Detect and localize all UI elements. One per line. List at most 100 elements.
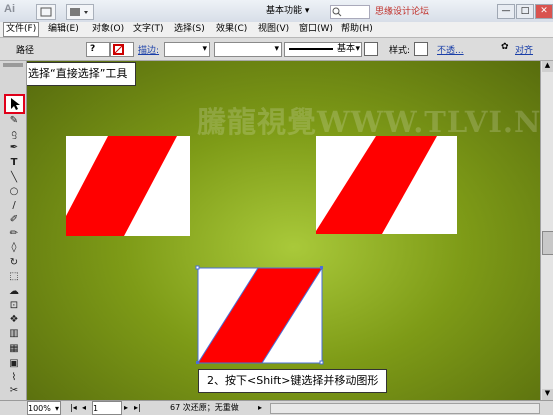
workspace-switcher[interactable]: 基本功能 ▾ <box>266 4 309 18</box>
question-mark-icon: ? <box>90 44 96 54</box>
arrange-documents-icon <box>70 8 88 16</box>
style-swatch[interactable] <box>364 42 378 56</box>
scroll-down-icon[interactable]: ▼ <box>542 389 553 400</box>
anchor-point[interactable] <box>320 266 323 269</box>
page-field[interactable]: 1 <box>92 401 122 415</box>
menu-file[interactable]: 文件(F) <box>3 22 40 37</box>
site-watermark: 思缘设计论坛 <box>375 7 430 17</box>
direct-selection-tool-icon <box>11 98 20 110</box>
stroke-link[interactable]: 描边: <box>138 43 159 56</box>
line-tool-icon[interactable]: ╲ <box>6 171 22 185</box>
menu-object[interactable]: 对象(O) <box>90 23 126 36</box>
chevron-down-icon: ▾ <box>304 6 310 16</box>
menu-effect[interactable]: 效果(C) <box>214 23 249 36</box>
menu-edit[interactable]: 编辑(E) <box>46 23 81 36</box>
chevron-down-icon: ▾ <box>274 44 279 54</box>
document-canvas[interactable]: 騰龍視覺WWW.TLVI.NET 1、选择“直接选择”工具 2、按下<Shift… <box>27 61 540 400</box>
stroke-swatch[interactable] <box>110 42 134 57</box>
align-link[interactable]: 对齐 <box>515 43 533 56</box>
scroll-thumb[interactable] <box>542 231 553 255</box>
chevron-down-icon: ▾ <box>355 44 360 54</box>
first-page-icon[interactable]: |◂ <box>70 401 77 414</box>
app-logo: Ai <box>4 3 15 15</box>
panel-grip[interactable] <box>3 63 23 67</box>
anchor-point[interactable] <box>196 361 199 364</box>
blend-tool-icon[interactable]: ✂ <box>6 384 22 398</box>
bridge-icon <box>40 7 52 17</box>
menu-window[interactable]: 窗口(W) <box>297 23 335 36</box>
scale-tool-icon[interactable]: ⬚ <box>6 270 22 284</box>
rectangle-tool-icon[interactable]: ○ <box>6 185 22 199</box>
arrange-documents-button[interactable] <box>66 4 94 20</box>
rotate-tool-icon[interactable]: ↻ <box>6 256 22 270</box>
direct-selection-tool[interactable] <box>4 94 25 114</box>
menu-type[interactable]: 文字(T) <box>131 23 166 36</box>
graphic-style-swatch[interactable] <box>414 42 428 56</box>
tools-panel: ✎ ᦋ ✒ T ╲ ○ / ✐ ✏ ◊ ↻ ⬚ ☁ ⊡ ❖ ▥ ▦ ▣ ⌇ ✂ <box>0 61 27 401</box>
zoom-field[interactable]: 100% ▾ <box>27 401 61 415</box>
maximize-button[interactable]: □ <box>516 4 534 19</box>
window-controls: — □ ✕ <box>496 4 553 19</box>
lasso-tool-icon[interactable]: ᦋ <box>6 127 22 141</box>
step-1-text: 1、选择“直接选择”工具 <box>27 67 128 80</box>
pen-tool-icon[interactable]: ✒ <box>6 141 22 155</box>
anchor-point[interactable] <box>319 360 324 365</box>
close-button[interactable]: ✕ <box>535 4 553 19</box>
step-1-callout: 1、选择“直接选择”工具 <box>27 62 137 86</box>
striped-rect-left[interactable] <box>66 136 190 236</box>
horizontal-scrollbar[interactable] <box>270 403 540 414</box>
menu-view[interactable]: 视图(V) <box>256 23 291 36</box>
graph-tool-icon[interactable]: ▥ <box>6 327 22 341</box>
title-bar: Ai 基本功能 ▾ 思缘设计论坛 — □ ✕ <box>0 0 553 23</box>
eyedropper-tool-icon[interactable]: ⌇ <box>6 371 22 385</box>
menu-select[interactable]: 选择(S) <box>172 23 207 36</box>
prev-page-icon[interactable]: ◂ <box>82 401 86 414</box>
brush-definition[interactable]: 基本 ▾ <box>284 42 362 57</box>
stroke-none-icon <box>113 44 124 55</box>
type-tool-icon[interactable]: T <box>6 156 22 170</box>
style-label: 样式: <box>389 46 411 56</box>
mesh-tool-icon[interactable]: ▦ <box>6 342 22 356</box>
stroke-weight-field[interactable]: ▾ <box>164 42 210 57</box>
search-field[interactable] <box>330 5 370 19</box>
chevron-down-icon: ▾ <box>202 44 207 54</box>
step-2-text: 2、按下<Shift>键选择并移动图形 <box>207 374 379 387</box>
workspace-label: 基本功能 <box>266 6 303 16</box>
chevron-down-icon: ▾ <box>54 404 59 413</box>
control-bar: 路径 ? 描边: ▾ ▾ 基本 ▾ 样式: 不透... ✿ 对齐 <box>0 38 553 61</box>
scroll-up-icon[interactable]: ▲ <box>542 61 553 72</box>
opacity-link[interactable]: 不透... <box>437 43 464 56</box>
gradient-tool-icon[interactable]: ▣ <box>6 357 22 371</box>
brush-label: 基本 <box>337 44 356 54</box>
symbol-sprayer-tool-icon[interactable]: ❖ <box>6 313 22 327</box>
bridge-button[interactable] <box>36 4 56 20</box>
next-page-icon[interactable]: ▸ <box>124 401 128 414</box>
step-2-callout: 2、按下<Shift>键选择并移动图形 <box>198 369 388 393</box>
magic-wand-tool-icon[interactable]: ✎ <box>6 114 22 128</box>
status-bar: 100% ▾ |◂ ◂ 1 ▸ ▸| 67 次还原；无重做 ▸ <box>0 400 553 415</box>
zoom-value: 100% <box>28 404 51 413</box>
warp-tool-icon[interactable]: ☁ <box>6 285 22 299</box>
minimize-button[interactable]: — <box>497 4 515 19</box>
last-page-icon[interactable]: ▸| <box>134 401 141 414</box>
pencil-tool-icon[interactable]: ✐ <box>6 213 22 227</box>
eraser-tool-icon[interactable]: ✏ <box>6 227 22 241</box>
artwork-layer <box>66 136 457 365</box>
selection-type-label: 路径 <box>16 46 35 56</box>
paintbrush-tool-icon[interactable]: / <box>6 199 22 213</box>
brush-stroke-preview <box>289 48 333 50</box>
fill-swatch[interactable]: ? <box>86 42 110 57</box>
anchor-point[interactable] <box>195 265 200 270</box>
menu-bar: 文件(F) 编辑(E) 对象(O) 文字(T) 选择(S) 效果(C) 视图(V… <box>0 22 553 38</box>
striped-rect-right[interactable] <box>316 136 457 234</box>
recolor-icon[interactable]: ✿ <box>501 42 509 52</box>
blob-brush-tool-icon[interactable]: ◊ <box>6 241 22 255</box>
page-value: 1 <box>93 404 99 413</box>
free-transform-tool-icon[interactable]: ⊡ <box>6 299 22 313</box>
status-menu-icon[interactable]: ▸ <box>258 401 262 414</box>
variable-width-profile[interactable]: ▾ <box>214 42 282 57</box>
vertical-scrollbar[interactable]: ▲ ▼ <box>540 61 553 400</box>
status-info: 67 次还原；无重做 <box>170 403 239 412</box>
menu-help[interactable]: 帮助(H) <box>339 23 375 36</box>
striped-rect-bottom-selected[interactable] <box>195 265 324 365</box>
